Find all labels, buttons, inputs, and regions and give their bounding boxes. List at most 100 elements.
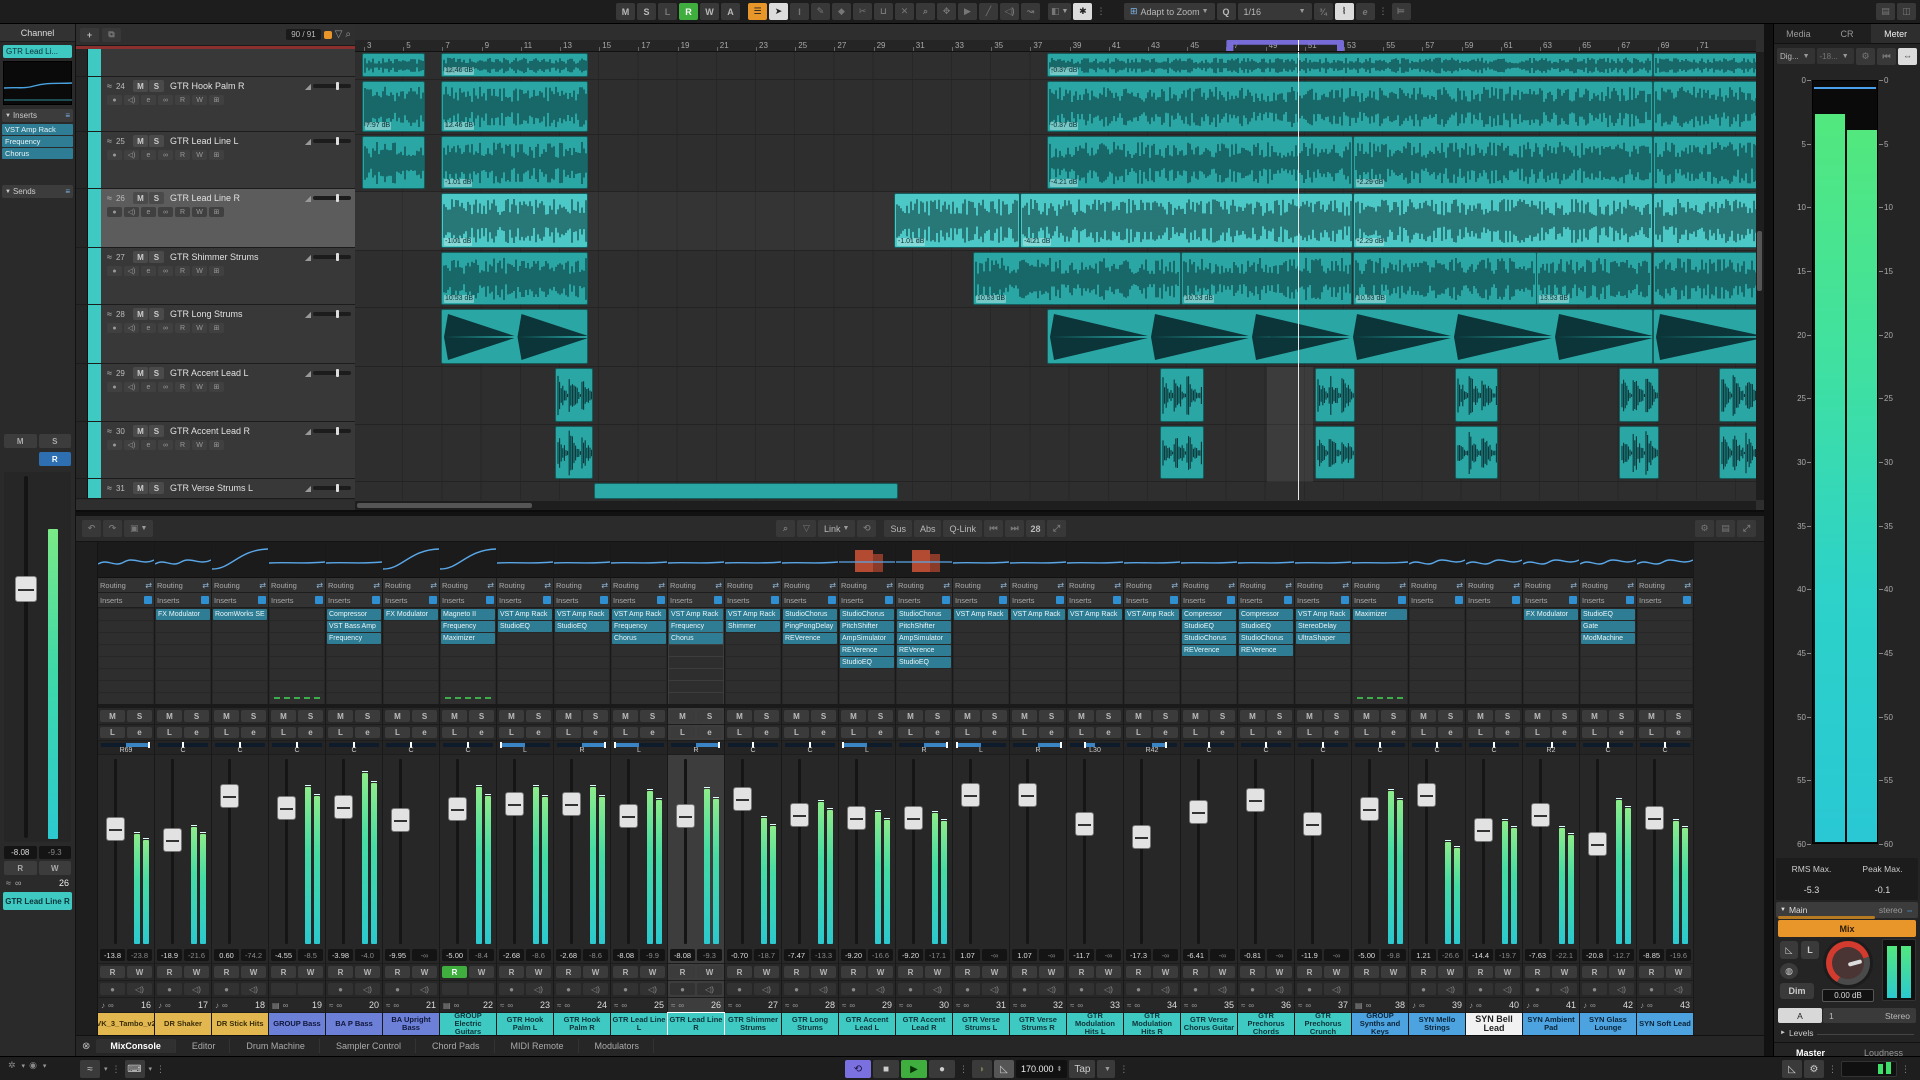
insert-slot[interactable] <box>555 657 609 668</box>
mixer-channel-name[interactable]: GTR Long Strums <box>782 1013 838 1035</box>
track-mute-button[interactable]: M <box>133 482 148 494</box>
channel-eq-curve[interactable] <box>98 542 154 578</box>
record-enable-icon[interactable]: ● <box>1525 983 1550 995</box>
mixer-channel-18[interactable]: Routing⇄InsertsRoomWorks SEMSLeC0.60-74.… <box>212 542 269 1035</box>
record-button[interactable]: ● <box>929 1060 955 1078</box>
fader-db-value[interactable]: -14.4 <box>1468 949 1493 961</box>
track-drag-rail[interactable] <box>76 132 88 188</box>
write-automation-button[interactable]: W <box>1267 966 1292 978</box>
lower-tab-chord-pads[interactable]: Chord Pads <box>418 1039 495 1053</box>
insert-slot[interactable] <box>1467 693 1521 704</box>
insert-slot[interactable] <box>669 669 723 680</box>
undo-icon[interactable]: ↶ <box>82 520 101 537</box>
insert-slot[interactable] <box>1182 693 1236 704</box>
meter-expand-icon[interactable]: ⇔ <box>1898 48 1917 65</box>
track-volume-control[interactable]: ◢ <box>305 194 351 203</box>
mixer-solo-button[interactable]: S <box>184 710 209 722</box>
mixer-listen-button[interactable]: L <box>1183 727 1208 738</box>
event-align-icon[interactable]: ⊨ <box>1392 3 1411 20</box>
lower-tab-mixconsole[interactable]: MixConsole <box>96 1039 176 1053</box>
insert-slot[interactable] <box>1524 681 1578 692</box>
monitor-icon[interactable]: ◁) <box>127 983 152 995</box>
insert-slot[interactable] <box>1353 621 1407 632</box>
track-color-strip[interactable] <box>88 422 101 478</box>
mixer-mute-button[interactable]: M <box>1582 710 1607 722</box>
mixer-fader-handle[interactable] <box>1588 832 1607 856</box>
track-row-26[interactable]: ≈26MSGTR Lead Line R◢●◁)e∞RW⊞ <box>76 189 355 248</box>
mixer-channel-38[interactable]: Routing⇄InsertsMaximizerMSLeC-5.00-9.8RW… <box>1352 542 1409 1035</box>
inserts-rack-header[interactable]: Inserts <box>554 593 610 608</box>
mixer-fader[interactable] <box>212 755 268 948</box>
track-volume-control[interactable]: ◢ <box>305 137 351 146</box>
insert-slot[interactable] <box>384 645 438 656</box>
mixer-listen-button[interactable]: L <box>1297 727 1322 738</box>
close-lower-zone-icon[interactable]: ⊗ <box>82 1041 90 1052</box>
insert-slot[interactable] <box>213 633 267 644</box>
monitor-icon[interactable]: ◁) <box>124 207 139 217</box>
insert-slot[interactable]: REVerence <box>1182 645 1236 656</box>
insert-slot[interactable] <box>1581 669 1635 680</box>
insert-slot[interactable] <box>156 657 210 668</box>
track-drag-rail[interactable] <box>76 77 88 131</box>
read-automation-button[interactable]: R <box>1069 966 1094 978</box>
track-volume-control[interactable]: ◢ <box>305 253 351 262</box>
channel-eq-curve[interactable] <box>1181 542 1237 578</box>
peak-db-value[interactable]: -9.3 <box>697 949 722 961</box>
insert-slot[interactable]: Compressor <box>327 609 381 620</box>
edit-channel-icon[interactable]: e <box>141 207 156 217</box>
inserts-rack-header[interactable]: Inserts <box>1067 593 1123 608</box>
mixer-gear-icon[interactable]: ⚙ <box>1695 520 1714 537</box>
peak-db-value[interactable]: -∞ <box>982 949 1007 961</box>
track-volume-control[interactable]: ◢ <box>305 484 351 493</box>
read-automation-icon[interactable]: R <box>175 323 190 333</box>
insert-slot[interactable] <box>1011 621 1065 632</box>
mixer-fader[interactable] <box>782 755 838 948</box>
channel-eq-curve[interactable] <box>611 542 667 578</box>
monitor-icon[interactable]: ◁) <box>1438 983 1463 995</box>
edit-channel-icon[interactable]: e <box>141 382 156 392</box>
lower-tab-midi-remote[interactable]: MIDI Remote <box>497 1039 579 1053</box>
quantize-panel-icon[interactable]: e <box>1356 3 1375 20</box>
record-enable-icon[interactable]: ● <box>841 983 866 995</box>
mixer-listen-button[interactable]: L <box>214 727 239 738</box>
insert-slot[interactable]: REVerence <box>1239 645 1293 656</box>
insert-slot[interactable] <box>1011 669 1065 680</box>
insert-slot[interactable] <box>1524 693 1578 704</box>
pan-control[interactable]: C <box>1295 741 1351 755</box>
insert-slot[interactable] <box>669 681 723 692</box>
peak-db-value[interactable]: -19.7 <box>1495 949 1520 961</box>
fader-db-value[interactable]: -6.41 <box>1183 949 1208 961</box>
insert-slot[interactable] <box>498 693 552 704</box>
mixer-edit-button[interactable]: e <box>811 727 836 738</box>
mixer-edit-button[interactable]: e <box>1096 727 1121 738</box>
insert-slot[interactable] <box>384 621 438 632</box>
record-enable-icon[interactable]: ● <box>1411 983 1436 995</box>
insert-slot[interactable] <box>897 681 951 692</box>
routing-rack-header[interactable]: Routing⇄ <box>611 578 667 593</box>
mixer-edit-button[interactable]: e <box>1495 727 1520 738</box>
talkback-icon[interactable]: ◍ <box>1780 963 1798 979</box>
routing-rack-header[interactable]: Routing⇄ <box>725 578 781 593</box>
mixer-solo-button[interactable]: S <box>811 710 836 722</box>
insert-slot[interactable] <box>1581 645 1635 656</box>
insert-slot[interactable] <box>498 645 552 656</box>
track-name[interactable]: GTR Hook Palm R <box>170 81 301 91</box>
insert-slot[interactable] <box>1125 681 1179 692</box>
mixer-channel-name[interactable]: GTR Verse Chorus Guitar <box>1181 1013 1237 1035</box>
mixer-mute-button[interactable]: M <box>328 710 353 722</box>
track-name[interactable]: GTR Accent Lead R <box>170 426 301 436</box>
peak-db-value[interactable]: -∞ <box>1267 949 1292 961</box>
routing-rack-header[interactable]: Routing⇄ <box>1067 578 1123 593</box>
link-reset-icon[interactable]: ⟲ <box>857 520 876 537</box>
insert-slot[interactable]: VST Amp Rack <box>669 609 723 620</box>
insert-slot[interactable] <box>1638 693 1692 704</box>
track-color-strip[interactable] <box>88 189 101 247</box>
insert-slot[interactable]: Frequency <box>612 621 666 632</box>
read-automation-button[interactable]: R <box>100 966 125 978</box>
mixer-fader[interactable] <box>1580 755 1636 948</box>
inserts-section-header[interactable]: ▼Inserts≡ <box>2 109 73 122</box>
peak-db-value[interactable]: -∞ <box>1324 949 1349 961</box>
mixer-listen-button[interactable]: L <box>1639 727 1664 738</box>
audio-event[interactable] <box>1719 368 1756 422</box>
mixer-listen-button[interactable]: L <box>1525 727 1550 738</box>
